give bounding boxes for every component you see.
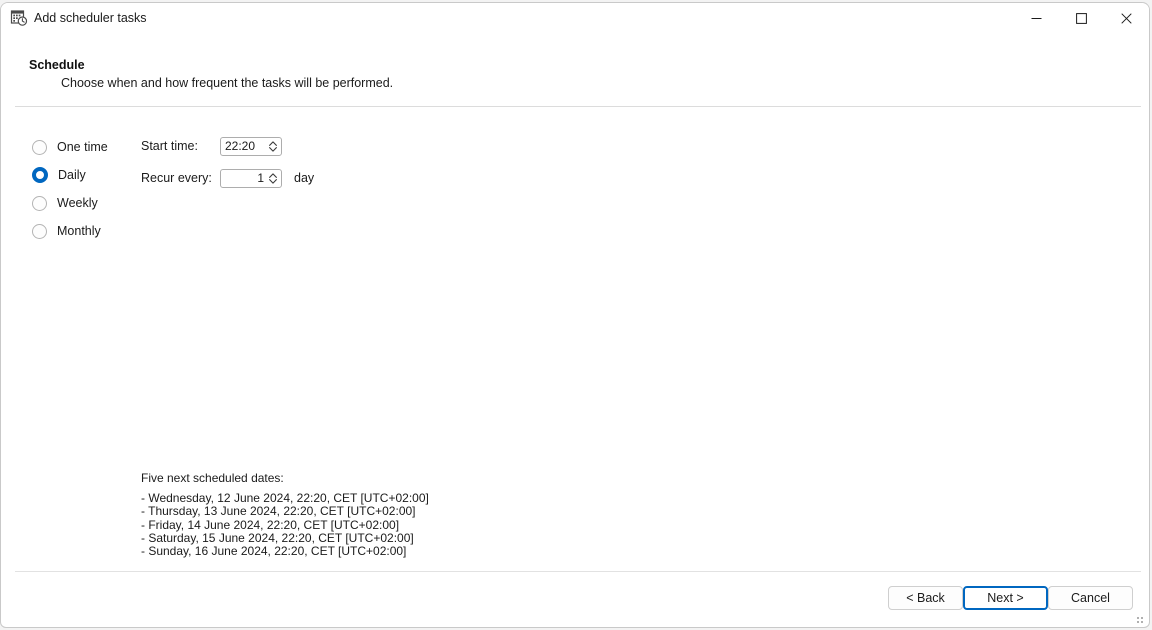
recur-every-value: 1 — [257, 170, 264, 185]
minimize-icon — [1031, 17, 1042, 19]
recur-every-unit: day — [294, 171, 315, 185]
radio-label: Weekly — [57, 196, 98, 210]
list-item: - Thursday, 13 June 2024, 22:20, CET [UT… — [141, 504, 416, 519]
start-time-input[interactable]: 22:20 — [220, 136, 282, 156]
list-item: - Saturday, 15 June 2024, 22:20, CET [UT… — [141, 530, 414, 545]
maximize-button[interactable] — [1059, 3, 1104, 33]
cancel-button[interactable]: Cancel — [1048, 586, 1133, 610]
resize-grip[interactable] — [1133, 612, 1145, 624]
recur-every-label: Recur every: — [141, 171, 212, 185]
add-scheduler-tasks-window: Add scheduler tasks Schedule Choose when… — [0, 2, 1150, 628]
next-scheduled-dates: Five next scheduled dates: - Wednesday, … — [141, 471, 429, 558]
recur-every-input[interactable]: 1 — [220, 168, 282, 188]
start-time-label: Start time: — [141, 139, 198, 153]
footer-divider — [15, 571, 1141, 572]
radio-circle-selected-icon — [32, 167, 48, 183]
radio-daily[interactable]: Daily — [32, 161, 142, 189]
next-dates-title: Five next scheduled dates: — [141, 471, 284, 485]
spinner-up-down-icon[interactable] — [267, 140, 278, 153]
start-time-value: 22:20 — [225, 138, 256, 153]
calendar-clock-icon — [10, 9, 28, 27]
back-button[interactable]: < Back — [888, 586, 963, 610]
list-item: - Friday, 14 June 2024, 22:20, CET [UTC+… — [141, 517, 400, 532]
start-time-row: Start time: 22:20 — [141, 133, 314, 159]
minimize-button[interactable] — [1014, 3, 1059, 33]
spinner-up-down-icon[interactable] — [267, 172, 278, 185]
header-divider — [15, 106, 1141, 107]
maximize-icon — [1076, 12, 1087, 24]
radio-circle-icon — [32, 139, 47, 155]
list-item: - Wednesday, 12 June 2024, 22:20, CET [U… — [141, 491, 429, 505]
page-description: Choose when and how frequent the tasks w… — [61, 76, 394, 90]
list-item: - Sunday, 16 June 2024, 22:20, CET [UTC+… — [141, 544, 407, 559]
radio-label: One time — [57, 140, 108, 154]
recurrence-radio-group: One time Daily Weekly Monthly — [32, 133, 142, 245]
radio-monthly[interactable]: Monthly — [32, 217, 142, 245]
next-button[interactable]: Next > — [963, 586, 1048, 610]
radio-weekly[interactable]: Weekly — [32, 189, 142, 217]
radio-circle-icon — [32, 195, 47, 211]
close-button[interactable] — [1104, 3, 1149, 33]
title-bar[interactable]: Add scheduler tasks — [1, 3, 1149, 33]
radio-circle-icon — [32, 223, 47, 239]
radio-one-time[interactable]: One time — [32, 133, 142, 161]
close-icon — [1121, 12, 1132, 24]
schedule-fields: Start time: 22:20 Recur every: 1 day — [141, 133, 314, 191]
window-title: Add scheduler tasks — [34, 11, 147, 25]
radio-label: Monthly — [57, 224, 101, 238]
radio-label: Daily — [58, 168, 86, 182]
page-title: Schedule — [29, 58, 85, 72]
recur-every-row: Recur every: 1 day — [141, 165, 314, 191]
